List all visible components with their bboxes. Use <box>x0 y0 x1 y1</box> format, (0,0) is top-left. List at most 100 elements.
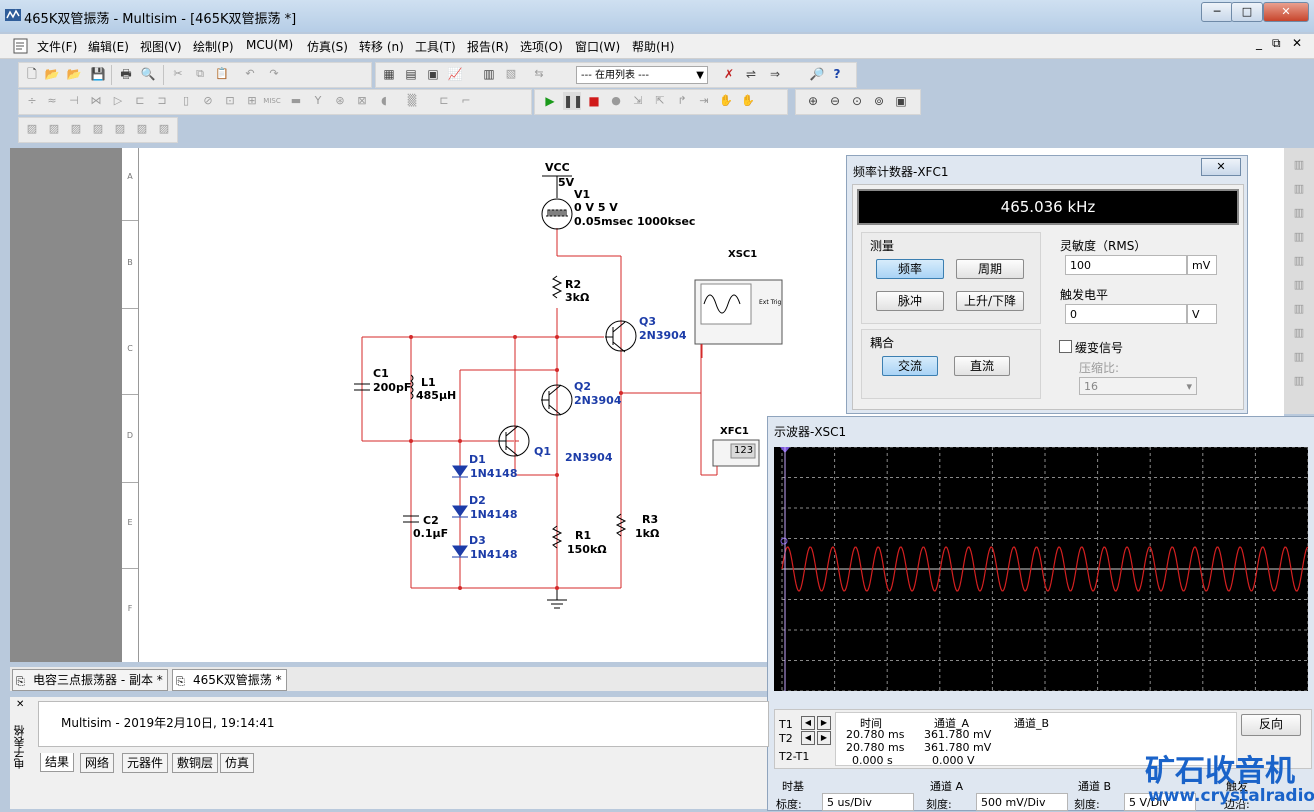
full-screen-icon[interactable]: ▣ <box>892 92 910 110</box>
advanced-peripherals-icon[interactable]: ▬ <box>287 92 305 110</box>
tab-copper-layers[interactable]: 敷铜层 <box>172 753 219 773</box>
step-over-icon[interactable]: ⇱ <box>651 92 669 110</box>
menu-window[interactable]: 窗口(W) <box>575 38 620 55</box>
run-to-cursor-icon[interactable]: ⇥ <box>695 92 713 110</box>
frequency-counter-close-button[interactable]: ✕ <box>1201 158 1241 176</box>
undo-icon[interactable]: ↶ <box>241 65 259 83</box>
menu-place[interactable]: 绘制(P) <box>193 38 234 55</box>
component-wizard-icon[interactable]: ▥ <box>480 65 498 83</box>
sensitivity-unit[interactable]: mV <box>1187 255 1217 275</box>
basic-icon[interactable]: ≈ <box>43 92 61 110</box>
period-button[interactable]: 周期 <box>956 259 1024 279</box>
mdi-close-button[interactable]: ✕ <box>1292 36 1302 50</box>
cut-icon[interactable]: ✂ <box>169 65 187 83</box>
remove-breakpoints-icon[interactable]: ✋ <box>739 92 757 110</box>
forward-annotate-icon[interactable]: ⇒ <box>766 65 784 83</box>
bode-plotter-icon[interactable]: ▥ <box>1290 252 1308 270</box>
print-icon[interactable]: 🖶 <box>117 65 135 83</box>
menu-reports[interactable]: 报告(R) <box>467 38 509 55</box>
zoom-area-icon[interactable]: ⊙ <box>848 92 866 110</box>
misc-digital-icon[interactable]: ▯ <box>177 92 195 110</box>
t2-left-arrow-icon[interactable]: ◀ <box>801 731 815 745</box>
rise-fall-button[interactable]: 上升/下降 <box>956 291 1024 311</box>
menu-help[interactable]: 帮助(H) <box>632 38 674 55</box>
tab-nets[interactable]: 网络 <box>80 753 115 773</box>
t1-left-arrow-icon[interactable]: ◀ <box>801 716 815 730</box>
transistor-icon[interactable]: ⋈ <box>87 92 105 110</box>
bus-icon[interactable]: ⌐ <box>457 92 475 110</box>
minimize-button[interactable]: ─ <box>1201 2 1233 22</box>
in-use-list-dropdown[interactable]: --- 在用列表 --- ▼ <box>576 66 708 84</box>
find-examples-icon[interactable]: 🔎 <box>808 65 826 83</box>
grapher-icon[interactable]: 📈 <box>446 65 464 83</box>
open-folder-icon[interactable]: 📂 <box>43 65 61 83</box>
electromechanical-icon[interactable]: ⊛ <box>331 92 349 110</box>
menu-options[interactable]: 选项(O) <box>520 38 563 55</box>
transfer-ultiboard-icon[interactable]: ⇌ <box>742 65 760 83</box>
mixed-icon[interactable]: ⊘ <box>199 92 217 110</box>
zoom-in-icon[interactable]: ⊕ <box>804 92 822 110</box>
multimeter-icon[interactable]: ▥ <box>1290 156 1308 174</box>
connector-icon[interactable]: ◖ <box>375 92 393 110</box>
tab-results[interactable]: 结果 <box>40 753 75 772</box>
database-icon[interactable]: ▣ <box>424 65 442 83</box>
zoom-sheet-icon[interactable]: ⊚ <box>870 92 888 110</box>
electrical-rules-icon[interactable]: ▧ <box>502 65 520 83</box>
mdi-restore-button[interactable]: ⧉ <box>1272 36 1281 51</box>
polygon-icon[interactable]: ▨ <box>45 120 63 138</box>
design-toolbox-icon[interactable]: ▦ <box>380 65 398 83</box>
cmos-icon[interactable]: ⊐ <box>153 92 171 110</box>
copy-icon[interactable]: ⧉ <box>191 65 209 83</box>
menu-simulate[interactable]: 仿真(S) <box>307 38 348 55</box>
wattmeter-icon[interactable]: ▥ <box>1290 204 1308 222</box>
menu-tools[interactable]: 工具(T) <box>415 38 456 55</box>
function-generator-icon[interactable]: ▥ <box>1290 180 1308 198</box>
help-icon[interactable]: ? <box>828 65 846 83</box>
pause-at-next-icon[interactable]: ● <box>607 92 625 110</box>
step-out-icon[interactable]: ↱ <box>673 92 691 110</box>
menu-view[interactable]: 视图(V) <box>140 38 182 55</box>
menu-transfer[interactable]: 转移 (n) <box>359 38 404 55</box>
logic-converter-icon[interactable]: ▥ <box>1290 348 1308 366</box>
picture-icon[interactable]: ▨ <box>23 120 41 138</box>
t1-right-arrow-icon[interactable]: ▶ <box>817 716 831 730</box>
hierarchical-block-icon[interactable]: ⊏ <box>435 92 453 110</box>
open-sample-icon[interactable]: 📂 <box>65 65 83 83</box>
paste-icon[interactable]: 📋 <box>213 65 231 83</box>
run-icon[interactable]: ▶ <box>541 92 559 110</box>
line-icon[interactable]: ▨ <box>133 120 151 138</box>
mcu-icon[interactable]: ▒ <box>403 92 421 110</box>
word-generator-icon[interactable]: ▥ <box>1290 300 1308 318</box>
oscilloscope-icon[interactable]: ▥ <box>1290 228 1308 246</box>
ellipse-icon[interactable]: ▨ <box>89 120 107 138</box>
zoom-out-icon[interactable]: ⊖ <box>826 92 844 110</box>
text-icon[interactable]: ▨ <box>155 120 173 138</box>
frequency-counter-icon[interactable]: ▥ <box>1290 276 1308 294</box>
stop-icon[interactable]: ■ <box>585 92 603 110</box>
close-icon[interactable]: ✕ <box>16 699 24 710</box>
tab-colpitts-copy[interactable]: ⎘ 电容三点振荡器 - 副本 * <box>12 669 168 691</box>
maximize-button[interactable]: □ <box>1231 2 1263 22</box>
source-icon[interactable]: ÷ <box>23 92 41 110</box>
reverse-button[interactable]: 反向 <box>1241 714 1301 736</box>
ac-button[interactable]: 交流 <box>882 356 938 376</box>
tab-components[interactable]: 元器件 <box>122 753 169 773</box>
pause-icon[interactable]: ❚❚ <box>563 92 583 110</box>
menu-edit[interactable]: 编辑(E) <box>88 38 129 55</box>
analog-icon[interactable]: ▷ <box>109 92 127 110</box>
indicator-icon[interactable]: ⊡ <box>221 92 239 110</box>
ttl-icon[interactable]: ⊏ <box>131 92 149 110</box>
frequency-button[interactable]: 频率 <box>876 259 944 279</box>
trigger-level-input[interactable]: 0 <box>1065 304 1187 324</box>
channel-a-scale-input[interactable]: 500 mV/Div <box>976 793 1068 811</box>
tab-simulation[interactable]: 仿真 <box>220 753 255 773</box>
close-button[interactable]: ✕ <box>1263 2 1309 22</box>
dc-button[interactable]: 直流 <box>954 356 1010 376</box>
menu-mcu[interactable]: MCU(M) <box>246 38 293 52</box>
compression-select[interactable]: 16 ▾ <box>1079 377 1197 395</box>
logic-analyzer-icon[interactable]: ▥ <box>1290 324 1308 342</box>
menu-file[interactable]: 文件(F) <box>37 38 77 55</box>
trigger-level-unit[interactable]: V <box>1187 304 1217 324</box>
iv-analyzer-icon[interactable]: ▥ <box>1290 372 1308 390</box>
spreadsheet-icon[interactable]: ▤ <box>402 65 420 83</box>
